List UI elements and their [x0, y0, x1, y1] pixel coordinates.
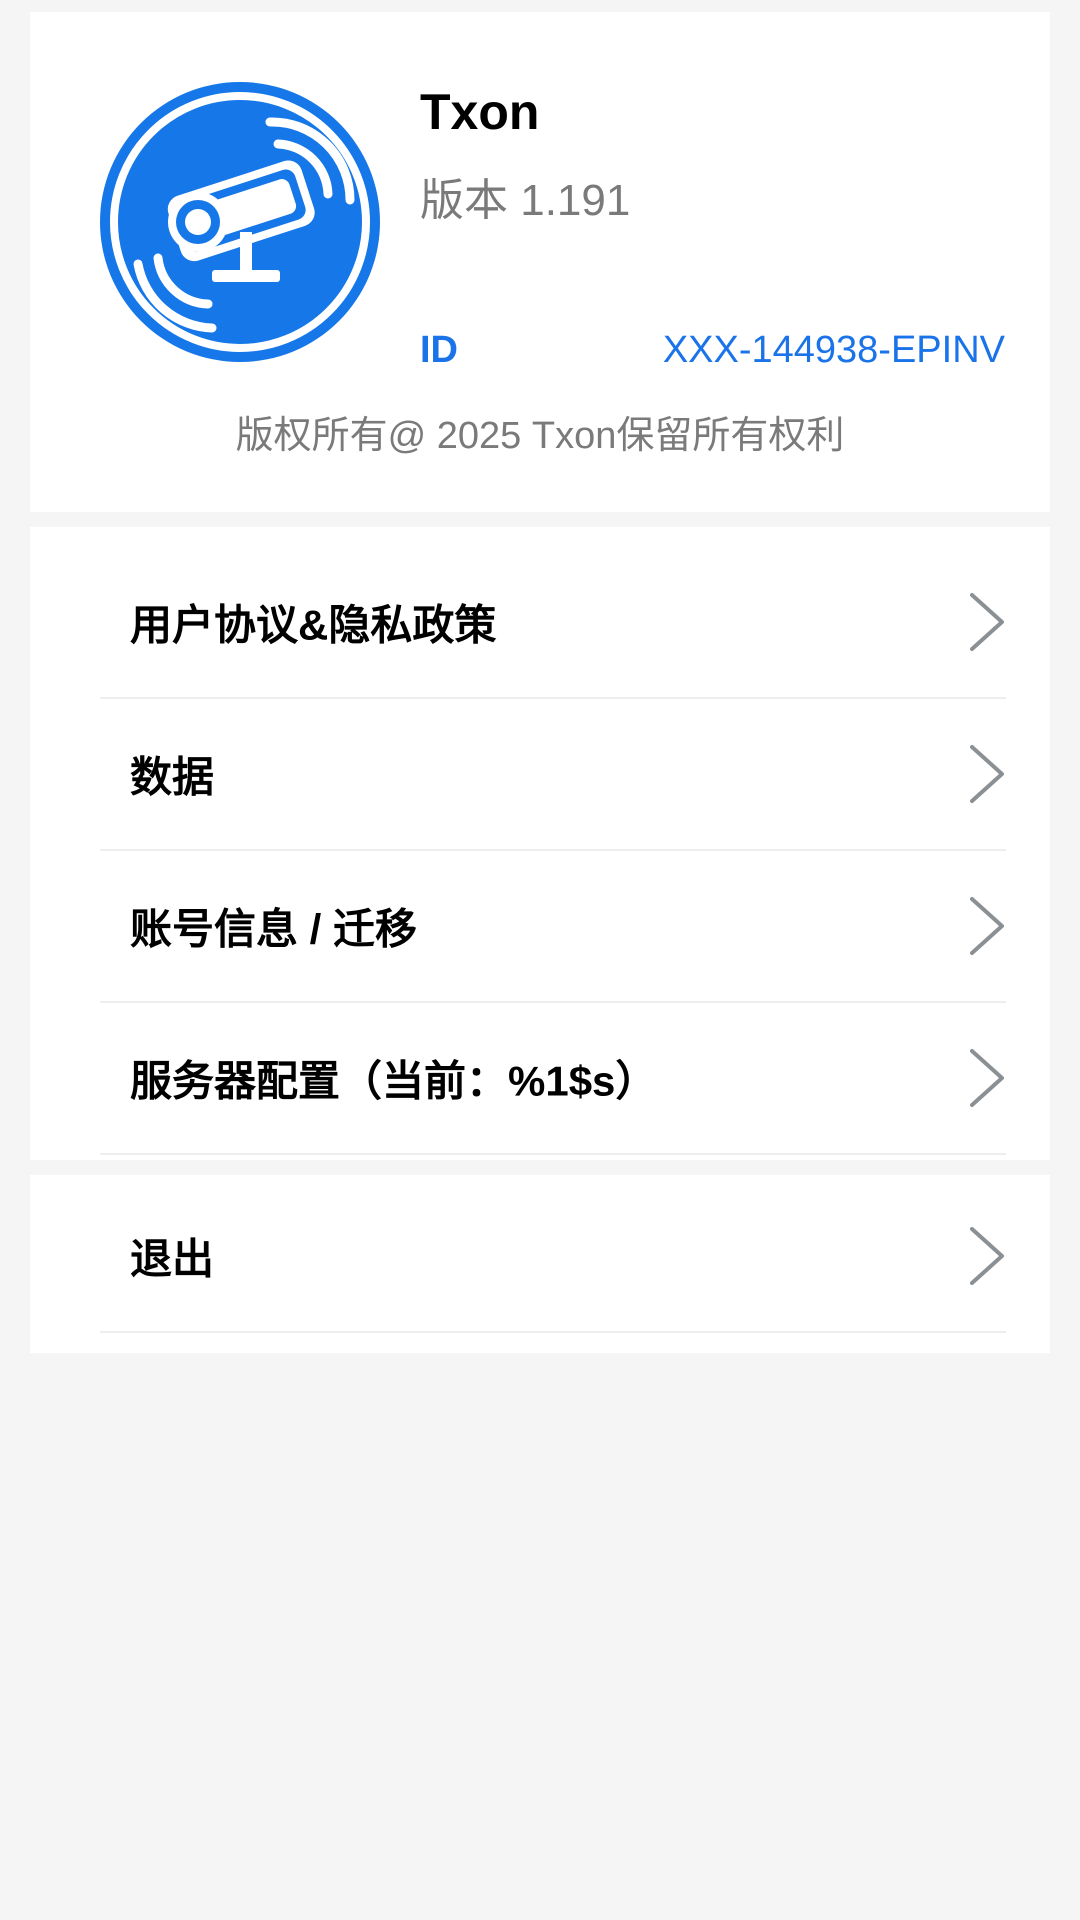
id-label: ID [420, 329, 458, 371]
app-version: 版本 1.191 [420, 176, 631, 225]
logout-label: 退出 [130, 1235, 215, 1283]
chevron-right-icon [970, 745, 1004, 803]
menu-item-label: 数据 [130, 753, 215, 801]
menu-item-account-migration[interactable]: 账号信息 / 迁移 [100, 851, 1006, 1003]
chevron-right-icon [970, 1049, 1004, 1107]
menu-item-label: 账号信息 / 迁移 [130, 905, 418, 953]
menu-item-label: 服务器配置（当前：%1$s） [130, 1057, 658, 1105]
app-logo-icon [100, 82, 380, 362]
id-value[interactable]: XXX-144938-EPINV [663, 328, 1005, 374]
copyright-text: 版权所有@ 2025 Txon保留所有权利 [235, 415, 845, 457]
logout-button[interactable]: 退出 [100, 1181, 1006, 1333]
settings-menu: 用户协议&隐私政策 数据 账号信息 / 迁移 服务器配置（当前：%1$s） [30, 527, 1050, 1160]
chevron-right-icon [970, 593, 1004, 651]
menu-item-data[interactable]: 数据 [100, 699, 1006, 851]
about-card: Txon 版本 1.191 ID XXX-144938-EPINV 版权所有@ … [30, 12, 1050, 512]
logout-card: 退出 [30, 1175, 1050, 1353]
chevron-right-icon [970, 1227, 1004, 1285]
menu-item-server-config[interactable]: 服务器配置（当前：%1$s） [100, 1003, 1006, 1155]
menu-item-label: 用户协议&隐私政策 [130, 601, 497, 649]
chevron-right-icon [970, 897, 1004, 955]
menu-item-user-agreement-privacy[interactable]: 用户协议&隐私政策 [100, 547, 1006, 699]
app-name: Txon [420, 84, 540, 140]
